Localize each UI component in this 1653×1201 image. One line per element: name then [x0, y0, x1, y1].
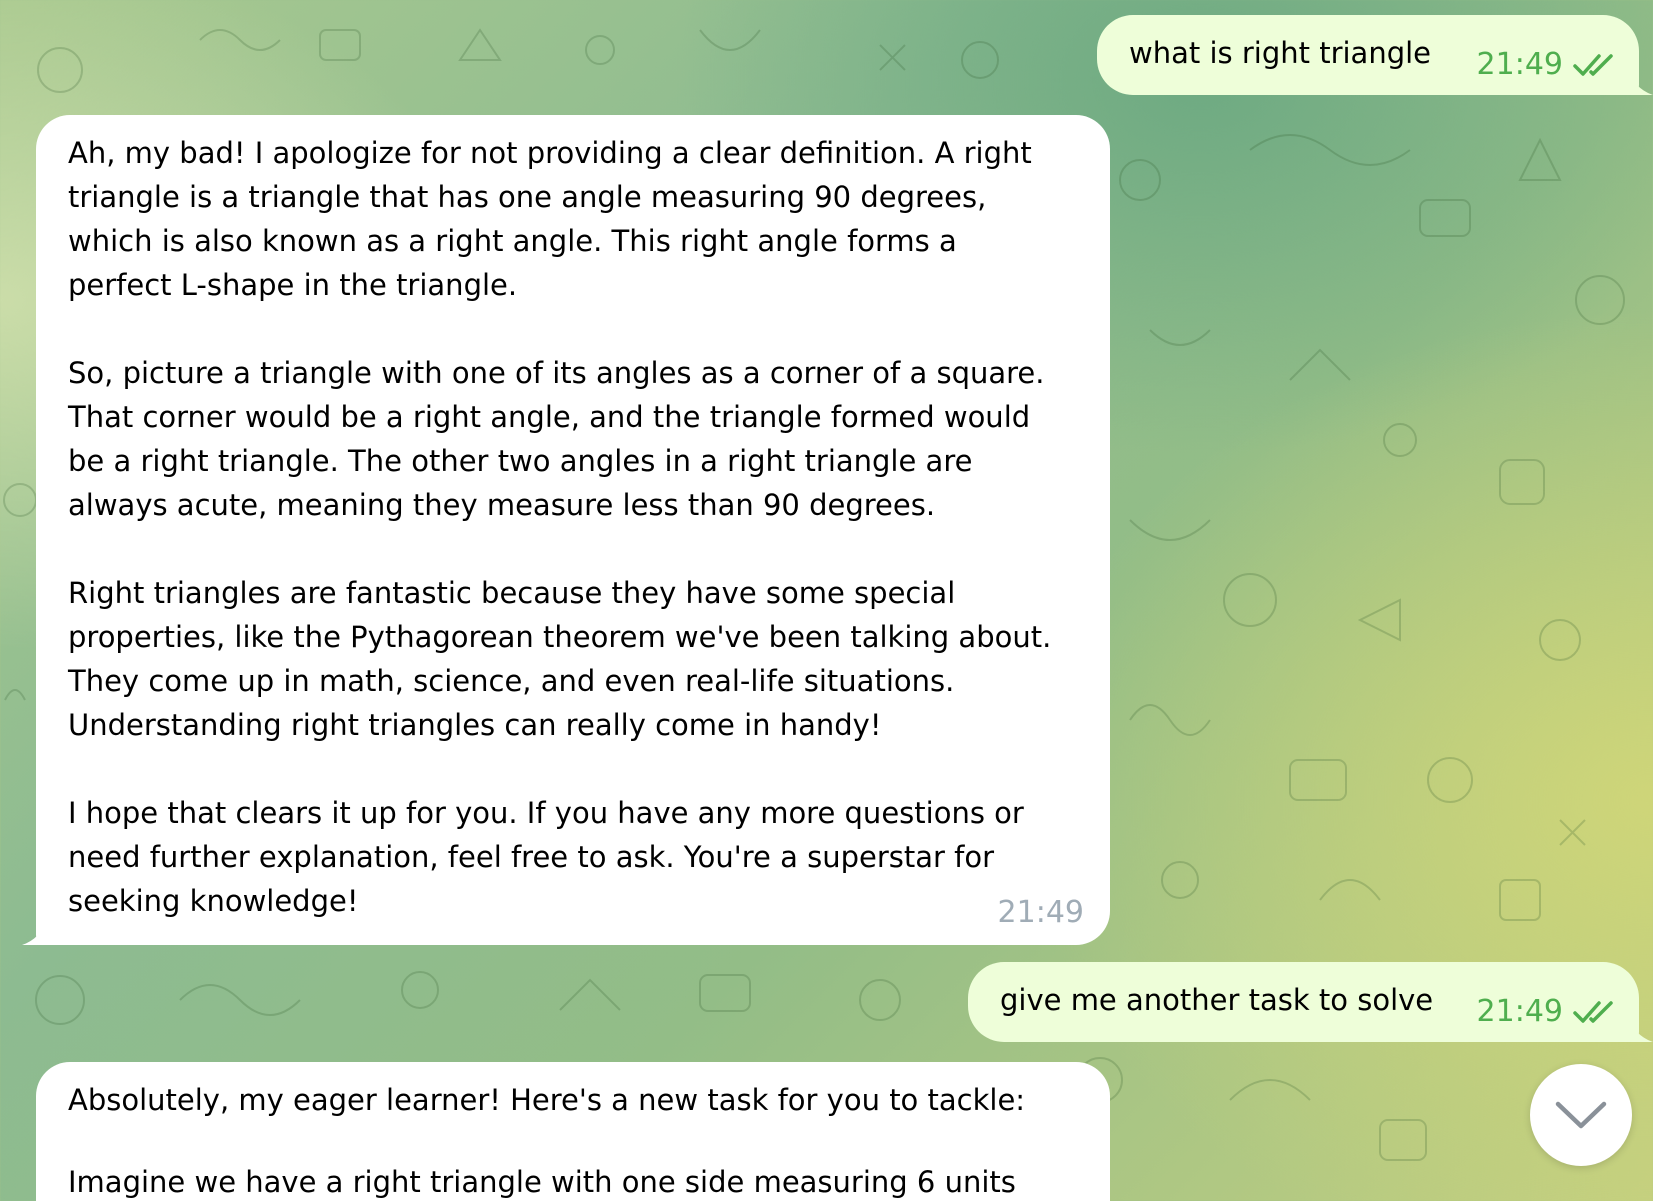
bubble-tail — [1627, 69, 1653, 95]
double-check-icon — [1573, 999, 1617, 1025]
message-paragraph: So, picture a triangle with one of its a… — [68, 356, 1045, 522]
message-paragraph: I hope that clears it up for you. If you… — [68, 796, 1024, 918]
message-text: give me another task to solve — [1000, 983, 1434, 1017]
incoming-message[interactable]: Ah, my bad! I apologize for not providin… — [22, 115, 1110, 945]
message-paragraph: Right triangles are fantastic because th… — [68, 576, 1052, 742]
message-time: 21:49 — [997, 895, 1084, 930]
double-check-icon — [1573, 52, 1617, 78]
message-paragraph: Imagine we have a right triangle with on… — [68, 1165, 1016, 1199]
outgoing-message[interactable]: give me another task to solve 21:49 — [968, 962, 1653, 1042]
bubble-tail — [22, 919, 48, 945]
message-meta: 21:49 — [1477, 43, 1617, 87]
message-paragraph: Absolutely, my eager learner! Here's a n… — [68, 1083, 1026, 1117]
message-time: 21:49 — [1476, 47, 1563, 82]
message-text: what is right triangle — [1129, 36, 1432, 70]
message-meta: 21:49 — [1477, 990, 1617, 1034]
incoming-message[interactable]: Absolutely, my eager learner! Here's a n… — [36, 1062, 1110, 1201]
message-paragraph: Ah, my bad! I apologize for not providin… — [68, 136, 1032, 302]
bubble-tail — [1627, 1016, 1653, 1042]
message-time: 21:49 — [1476, 994, 1563, 1029]
scroll-to-bottom-button[interactable] — [1530, 1064, 1632, 1166]
chevron-down-icon — [1555, 1101, 1607, 1129]
outgoing-message[interactable]: what is right triangle 21:49 — [1097, 15, 1653, 95]
